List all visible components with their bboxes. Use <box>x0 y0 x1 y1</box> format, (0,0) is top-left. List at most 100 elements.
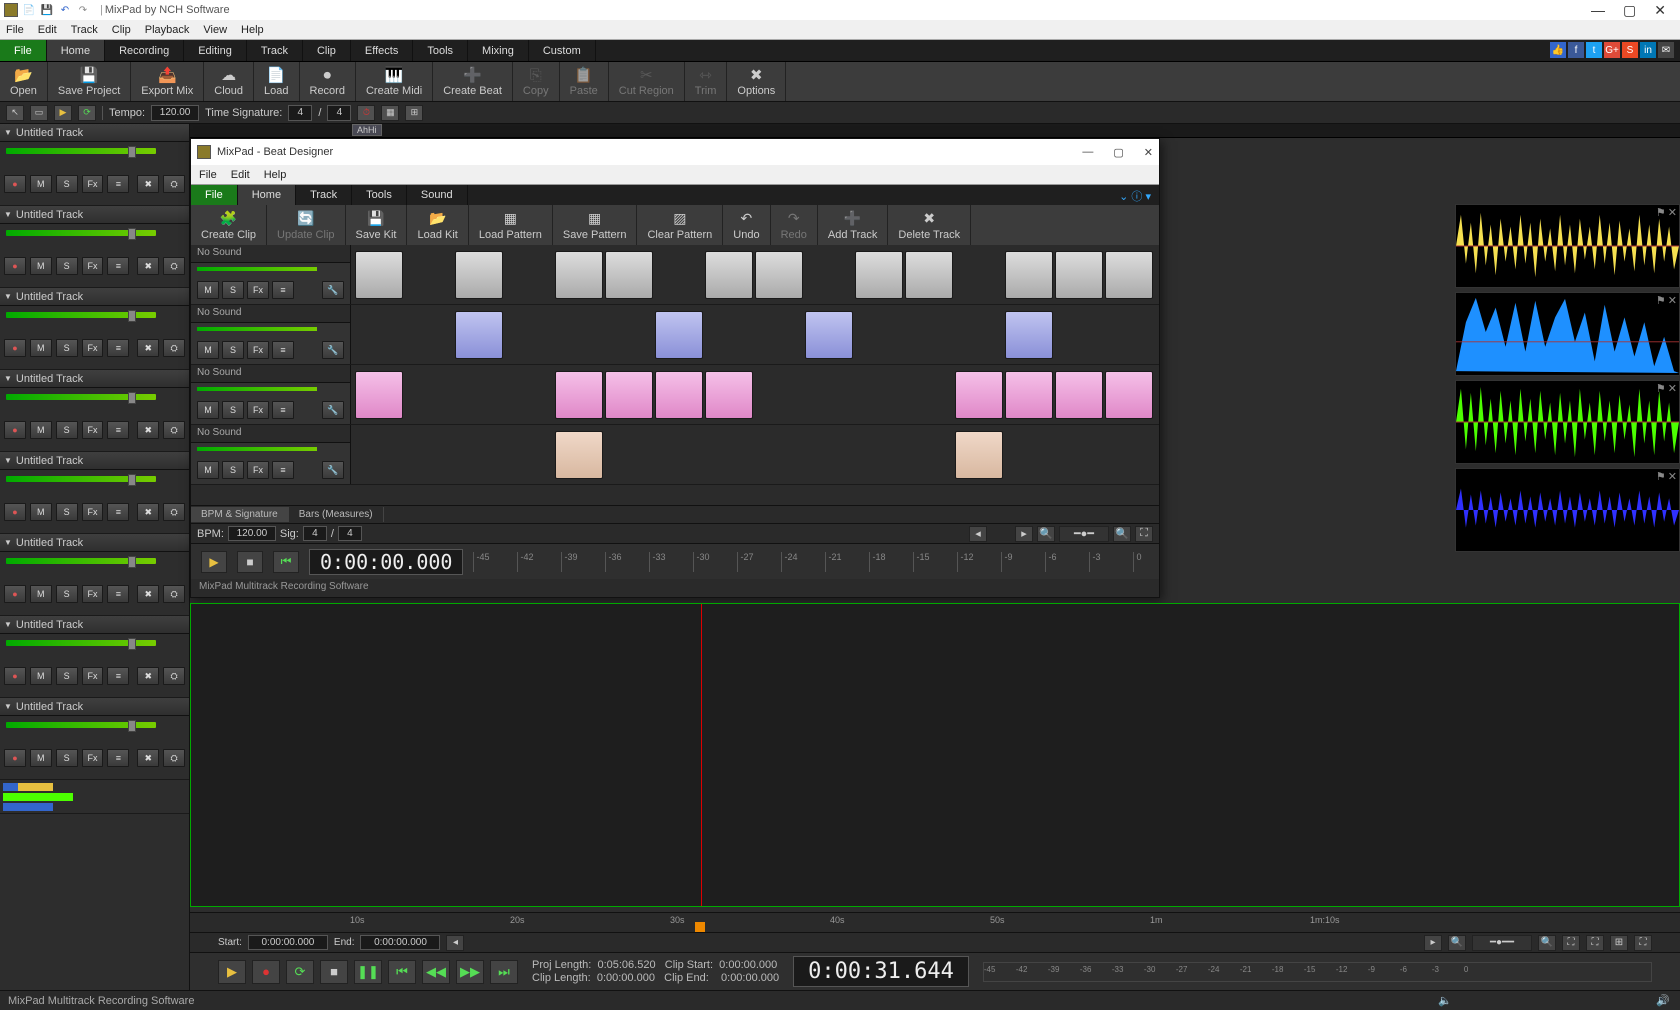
bd-add-track-button[interactable]: ➕Add Track <box>818 205 889 245</box>
beat-row-name[interactable]: No Sound <box>191 245 350 263</box>
sel-scroll-left-icon[interactable]: ◂ <box>446 935 464 951</box>
beat-cell[interactable] <box>705 311 753 359</box>
bd-redo-button[interactable]: ↷Redo <box>771 205 818 245</box>
track-settings-icon[interactable]: ⛭ <box>163 339 185 357</box>
bd-tab-bars[interactable]: Bars (Measures) <box>289 507 384 522</box>
beat-row-mute-button[interactable]: M <box>197 341 219 359</box>
beat-row-name[interactable]: No Sound <box>191 425 350 443</box>
beat-cell[interactable] <box>705 251 753 299</box>
track-eq-button[interactable]: ≡ <box>107 667 129 685</box>
bd-update-clip-button[interactable]: 🔄Update Clip <box>267 205 345 245</box>
beat-cell[interactable] <box>455 431 503 479</box>
track-tools-icon[interactable]: ✖ <box>137 585 159 603</box>
beat-cell[interactable] <box>905 371 953 419</box>
track-eq-button[interactable]: ≡ <box>107 175 129 193</box>
ribbon-tab-recording[interactable]: Recording <box>105 40 184 61</box>
menu-file[interactable]: File <box>6 24 24 36</box>
beat-cell[interactable] <box>555 311 603 359</box>
track-fx-button[interactable]: Fx <box>82 257 104 275</box>
bd-play-button[interactable]: ▶ <box>201 551 227 573</box>
track-mute-button[interactable]: M <box>30 749 52 767</box>
zoom-all-icon[interactable]: ⛶ <box>1634 935 1652 951</box>
bd-delete-track-button[interactable]: ✖Delete Track <box>888 205 971 245</box>
bd-menu-help[interactable]: Help <box>264 169 287 181</box>
beat-cell[interactable] <box>855 311 903 359</box>
bd-tab-tools[interactable]: Tools <box>352 185 407 205</box>
track-header[interactable]: ▼Untitled Track <box>0 206 189 224</box>
volume-max-icon[interactable]: 🔊 <box>1654 994 1672 1007</box>
timeline-ruler[interactable]: AhHi <box>190 124 1680 138</box>
social-like-icon[interactable]: 👍 <box>1550 42 1566 58</box>
track-fx-button[interactable]: Fx <box>82 585 104 603</box>
track-solo-button[interactable]: S <box>56 257 78 275</box>
track-fx-button[interactable]: Fx <box>82 175 104 193</box>
clip-tag[interactable]: AhHi <box>352 124 382 136</box>
beat-cell[interactable] <box>405 251 453 299</box>
beat-cell[interactable] <box>555 431 603 479</box>
ribbon-export-mix-button[interactable]: 📤Export Mix <box>131 62 204 101</box>
qat-redo-icon[interactable]: ↷ <box>76 3 90 17</box>
beat-cell[interactable] <box>955 311 1003 359</box>
record-button[interactable]: ● <box>252 960 280 984</box>
bd-zoomout-icon[interactable]: 🔍 <box>1037 526 1055 542</box>
track-arm-button[interactable]: ● <box>4 175 26 193</box>
track-tools-icon[interactable]: ✖ <box>137 257 159 275</box>
beat-cell[interactable] <box>1105 431 1153 479</box>
ctrl-loop-icon[interactable]: ⟳ <box>78 105 96 121</box>
beat-cell[interactable] <box>705 431 753 479</box>
track-settings-icon[interactable]: ⛭ <box>163 503 185 521</box>
track-solo-button[interactable]: S <box>56 667 78 685</box>
waveform-slot-2[interactable]: ⚑✕ <box>1455 292 1680 376</box>
track-tools-icon[interactable]: ✖ <box>137 503 159 521</box>
beat-cell[interactable] <box>655 311 703 359</box>
track-tools-icon[interactable]: ✖ <box>137 421 159 439</box>
beat-cell[interactable] <box>455 371 503 419</box>
beat-cell[interactable] <box>505 251 553 299</box>
beat-cell[interactable] <box>755 431 803 479</box>
beat-row-solo-button[interactable]: S <box>222 401 244 419</box>
bd-zoomin-icon[interactable]: 🔍 <box>1113 526 1131 542</box>
beat-cell[interactable] <box>755 371 803 419</box>
beat-row-fx-button[interactable]: Fx <box>247 281 269 299</box>
pause-button[interactable]: ❚❚ <box>354 960 382 984</box>
menu-help[interactable]: Help <box>241 24 264 36</box>
track-solo-button[interactable]: S <box>56 749 78 767</box>
chevron-down-icon[interactable]: ▼ <box>4 456 12 465</box>
chevron-down-icon[interactable]: ▼ <box>4 210 12 219</box>
menu-playback[interactable]: Playback <box>145 24 190 36</box>
track-tools-icon[interactable]: ✖ <box>137 667 159 685</box>
tempo-input[interactable] <box>151 105 199 121</box>
beat-cell[interactable] <box>755 311 803 359</box>
ribbon-load-button[interactable]: 📄Load <box>254 62 299 101</box>
beat-cell[interactable] <box>605 431 653 479</box>
qat-undo-icon[interactable]: ↶ <box>58 3 72 17</box>
chevron-down-icon[interactable]: ▼ <box>4 374 12 383</box>
beat-cell[interactable] <box>1055 311 1103 359</box>
slot-close-icon[interactable]: ✕ <box>1668 206 1677 219</box>
bd-scroll-right-icon[interactable]: ▸ <box>1015 526 1033 542</box>
ribbon-copy-button[interactable]: ⎘Copy <box>513 62 560 101</box>
chevron-down-icon[interactable]: ▼ <box>4 292 12 301</box>
ribbon-tab-mixing[interactable]: Mixing <box>468 40 529 61</box>
beat-cell[interactable] <box>655 371 703 419</box>
beat-cell[interactable] <box>555 371 603 419</box>
bd-titlebar[interactable]: MixPad - Beat Designer — ▢ ✕ <box>191 139 1159 165</box>
beat-cell[interactable] <box>405 371 453 419</box>
beat-row-fader[interactable] <box>197 267 317 271</box>
snap-icon[interactable]: ⊞ <box>405 105 423 121</box>
beat-row-fader[interactable] <box>197 387 317 391</box>
beat-cell[interactable] <box>455 311 503 359</box>
beat-cell[interactable] <box>605 311 653 359</box>
beat-cell[interactable] <box>555 251 603 299</box>
bd-sig-den-input[interactable] <box>338 526 362 541</box>
bd-save-kit-button[interactable]: 💾Save Kit <box>346 205 408 245</box>
beat-row-solo-button[interactable]: S <box>222 341 244 359</box>
beat-row-eq-button[interactable]: ≡ <box>272 401 294 419</box>
timesig-num-input[interactable] <box>288 105 312 121</box>
zoomout-icon[interactable]: 🔍 <box>1448 935 1466 951</box>
timeline-canvas[interactable] <box>190 603 1680 907</box>
track-solo-button[interactable]: S <box>56 339 78 357</box>
ribbon-tab-editing[interactable]: Editing <box>184 40 247 61</box>
beat-cell[interactable] <box>955 371 1003 419</box>
track-mute-button[interactable]: M <box>30 175 52 193</box>
